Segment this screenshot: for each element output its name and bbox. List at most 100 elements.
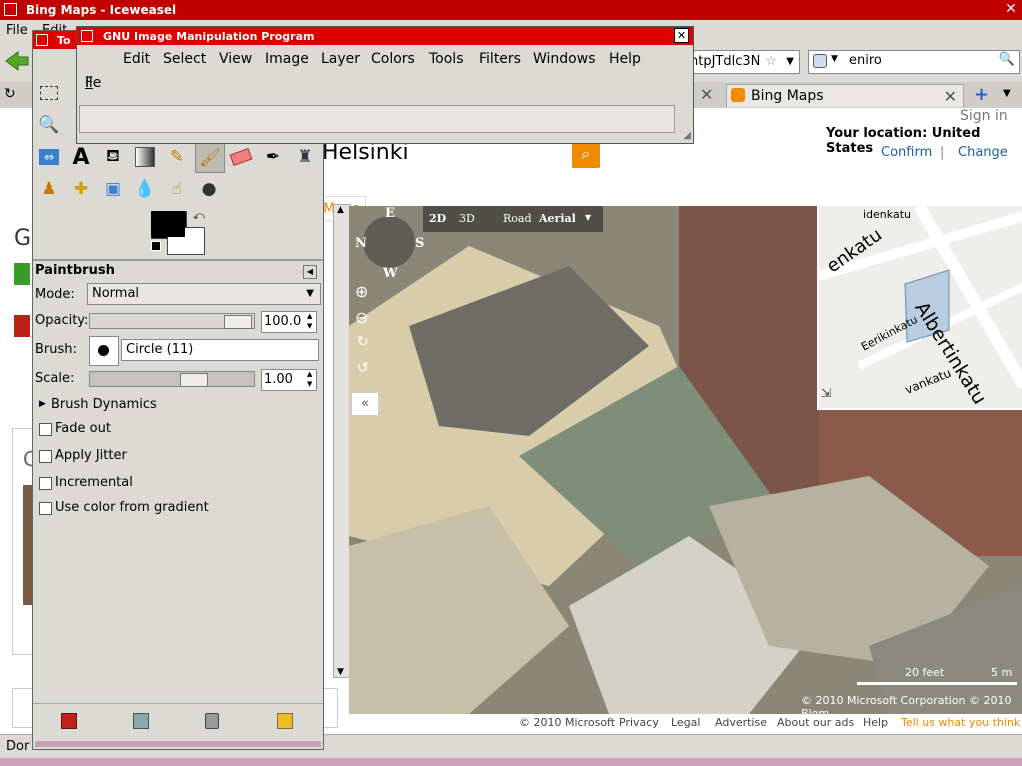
compass-rose[interactable] — [363, 216, 415, 268]
new-tab-icon[interactable]: + — [974, 84, 989, 105]
map-search-bar[interactable]: Helsinki ⌕ — [320, 140, 600, 168]
close-icon[interactable]: ✕ — [1004, 2, 1018, 16]
gimp-menu-windows[interactable]: Windows — [533, 51, 596, 67]
slider-handle[interactable] — [180, 373, 208, 387]
menu-file[interactable]: File — [6, 23, 28, 38]
back-arrow-icon[interactable] — [4, 50, 30, 72]
collapse-panel-icon[interactable]: « — [351, 392, 379, 416]
url-field[interactable]: ntpJTdlc3N ☆ ▼ — [686, 50, 800, 74]
configure-tab-icon[interactable]: ◀ — [303, 265, 317, 279]
zoom-in-icon[interactable]: ⊕ — [355, 282, 368, 301]
spin-arrows-icon[interactable]: ▲ ▼ — [307, 369, 312, 389]
map-viewport[interactable]: E N S W 2D 3D Road Aerial ▼ ⊕ ⊖ ↻ ↺ « Al… — [349, 206, 1022, 714]
road-button[interactable]: Road — [503, 212, 532, 225]
reset-options-icon[interactable] — [277, 713, 293, 729]
opacity-slider[interactable] — [89, 313, 255, 329]
minimap-expand-icon[interactable]: ⇲ — [821, 386, 831, 400]
default-colors-icon[interactable] — [151, 241, 161, 251]
gimp-menu-layer[interactable]: Layer — [321, 51, 360, 67]
pencil-icon[interactable]: ✎ — [163, 143, 191, 171]
incremental-checkbox[interactable] — [39, 477, 52, 490]
aerial-button[interactable]: Aerial — [539, 212, 576, 225]
resize-grip-icon[interactable]: ◢ — [683, 130, 691, 141]
foreground-color-swatch[interactable] — [151, 211, 185, 237]
spin-arrows-icon[interactable]: ▲ ▼ — [307, 311, 312, 331]
scroll-up-icon[interactable]: ▲ — [337, 205, 344, 215]
dodge-burn-icon[interactable]: ● — [195, 175, 223, 203]
expander-arrow-icon[interactable]: ▶ — [39, 399, 46, 409]
gimp-menu-help[interactable]: Help — [609, 51, 641, 67]
footer-help[interactable]: Help — [863, 716, 888, 729]
close-icon[interactable]: ✕ — [674, 28, 689, 43]
gimp-menu-filters[interactable]: Filters — [479, 51, 521, 67]
close-tab-icon[interactable]: ✕ — [944, 87, 957, 106]
resize-grip[interactable] — [35, 741, 321, 747]
zoom-out-icon[interactable]: ⊖ — [355, 308, 368, 327]
bookmark-star-icon[interactable]: ☆ — [765, 51, 777, 73]
blur-tool-icon[interactable]: 💧 — [131, 175, 159, 203]
swap-colors-icon[interactable]: ⤺ — [193, 209, 205, 223]
pin-a-icon[interactable] — [14, 263, 30, 285]
slider-handle[interactable] — [224, 315, 252, 329]
zoom-tool-icon[interactable]: 🔍 — [35, 111, 63, 139]
pin-b-icon[interactable] — [14, 315, 30, 337]
window-menu-icon[interactable] — [81, 30, 93, 42]
fade-out-checkbox[interactable] — [39, 423, 52, 436]
window-menu-icon[interactable] — [36, 34, 48, 46]
brush-dynamics-expander[interactable]: Brush Dynamics — [51, 397, 157, 412]
perspective-clone-icon[interactable]: ▣ — [99, 175, 127, 203]
minimap[interactable]: Albertinkatu Eerikinkatu enkatu idenkatu… — [817, 206, 1022, 410]
gimp-menu-view[interactable]: View — [219, 51, 252, 67]
text-tool-icon[interactable]: A — [67, 143, 95, 171]
blend-tool-icon[interactable] — [131, 143, 159, 171]
signin-link[interactable]: Sign in — [960, 108, 1008, 124]
view-2d-button[interactable]: 2D — [429, 212, 446, 225]
restore-options-icon[interactable] — [133, 713, 149, 729]
footer-feedback[interactable]: Tell us what you think — [901, 716, 1020, 729]
brush-preview[interactable] — [89, 336, 119, 366]
scale-slider[interactable] — [89, 371, 255, 387]
gimp-menu-tools[interactable]: Tools — [429, 51, 464, 67]
gimp-menu-colors[interactable]: Colors — [371, 51, 415, 67]
rotate-cw-icon[interactable]: ↻ — [357, 334, 369, 350]
search-go-icon[interactable]: ⌕ — [572, 140, 600, 168]
search-engine-icon[interactable] — [813, 54, 827, 68]
delete-options-icon[interactable] — [205, 713, 219, 729]
flip-tool-icon[interactable]: ⇔ — [35, 143, 63, 171]
tab-list-icon[interactable]: ▼ — [1003, 88, 1011, 99]
confirm-link[interactable]: Confirm — [881, 145, 932, 160]
gimp-menu-select[interactable]: Select — [163, 51, 206, 67]
close-tab-icon[interactable]: ✕ — [700, 85, 713, 104]
chevron-down-icon[interactable]: ▼ — [786, 51, 794, 73]
mode-select[interactable]: Normal ▼ — [87, 283, 321, 305]
apply-jitter-checkbox[interactable] — [39, 450, 52, 463]
clone-tool-icon[interactable]: ♟ — [35, 175, 63, 203]
window-menu-icon[interactable] — [4, 3, 17, 16]
ink-tool-icon[interactable]: ♜ — [291, 143, 319, 171]
save-options-icon[interactable] — [61, 713, 77, 729]
chevron-down-icon[interactable]: ▼ — [306, 284, 314, 304]
gimp-drop-area[interactable] — [79, 105, 675, 133]
eraser-icon[interactable] — [227, 143, 255, 171]
airbrush-icon[interactable]: ✒ — [259, 143, 287, 171]
view-3d-button[interactable]: 3D — [459, 212, 475, 225]
paintbrush-icon[interactable]: 🖌 — [195, 143, 225, 173]
footer-advertise[interactable]: Advertise — [715, 716, 767, 729]
chevron-down-icon[interactable]: ▼ — [831, 54, 838, 64]
footer-about-ads[interactable]: About our ads — [777, 716, 854, 729]
bucket-fill-icon[interactable]: ⛾ — [99, 143, 127, 171]
tab-bing-maps[interactable]: Bing Maps ✕ — [726, 84, 964, 107]
magnifier-icon[interactable]: 🔍 — [999, 52, 1015, 67]
tab-prev-icon[interactable]: ↻ — [4, 86, 16, 102]
change-link[interactable]: Change — [958, 145, 1008, 160]
brush-name-field[interactable]: Circle (11) — [121, 339, 319, 361]
chevron-down-icon[interactable]: ▼ — [585, 213, 591, 222]
rect-select-icon[interactable] — [35, 79, 63, 107]
heal-tool-icon[interactable]: ✚ — [67, 175, 95, 203]
footer-privacy[interactable]: Privacy — [619, 716, 659, 729]
footer-legal[interactable]: Legal — [671, 716, 700, 729]
scroll-down-icon[interactable]: ▼ — [337, 667, 344, 677]
rotate-ccw-icon[interactable]: ↺ — [357, 360, 369, 376]
gimp-menu-image[interactable]: Image — [265, 51, 309, 67]
smudge-tool-icon[interactable]: ☝ — [163, 175, 191, 203]
